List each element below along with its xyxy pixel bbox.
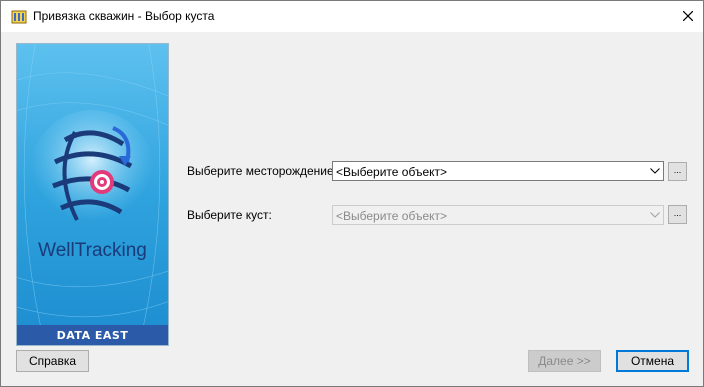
- vendor-logo: DATA EAST: [17, 325, 168, 345]
- oilfield-select[interactable]: <Выберите объект>: [332, 161, 664, 181]
- chevron-down-icon[interactable]: [646, 162, 663, 180]
- brand-name: WellTracking: [38, 240, 147, 261]
- well-app-icon: [11, 9, 27, 25]
- vendor-name: DATA EAST: [56, 328, 129, 342]
- cluster-select[interactable]: <Выберите объект>: [332, 205, 664, 225]
- banner-artwork: [17, 44, 168, 345]
- next-button[interactable]: Далее >>: [528, 350, 601, 372]
- help-button[interactable]: Справка: [16, 350, 89, 372]
- window-title: Привязка скважин - Выбор куста: [33, 9, 215, 23]
- oilfield-select-value: <Выберите объект>: [336, 165, 448, 179]
- title-bar[interactable]: Привязка скважин - Выбор куста: [1, 1, 703, 32]
- product-banner: WellTracking DATA EAST: [16, 43, 169, 346]
- cluster-select-value: <Выберите объект>: [336, 209, 448, 223]
- oilfield-browse-button[interactable]: ...: [668, 162, 687, 181]
- cluster-browse-button[interactable]: ...: [668, 205, 687, 224]
- close-icon: [682, 8, 694, 26]
- cluster-label: Выберите куст:: [187, 208, 272, 222]
- close-button[interactable]: [673, 1, 703, 32]
- target-logo: [90, 170, 114, 194]
- dialog-window: Привязка скважин - Выбор куста WellTrack…: [0, 0, 704, 387]
- oilfield-label: Выберите месторождение:: [187, 164, 337, 178]
- dialog-body: WellTracking DATA EAST Выберите месторож…: [1, 32, 703, 386]
- chevron-down-icon[interactable]: [646, 206, 663, 224]
- cancel-button[interactable]: Отмена: [616, 350, 689, 372]
